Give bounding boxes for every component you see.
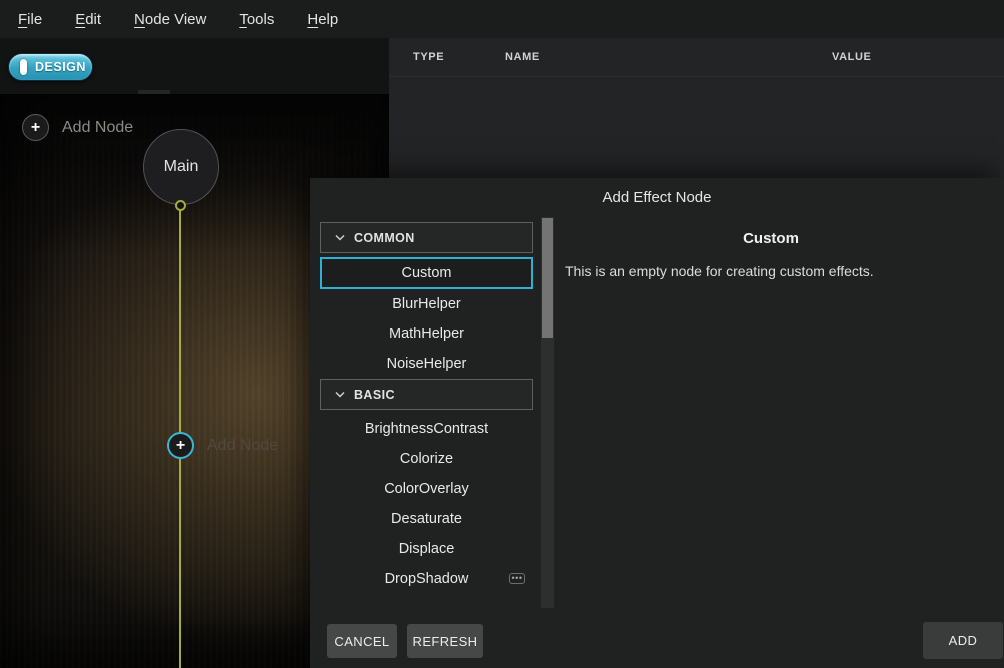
column-header-value: VALUE	[832, 51, 871, 63]
design-mode-toggle-button[interactable]: DESIGN	[8, 53, 93, 81]
add-effect-node-dialog: Add Effect Node COMMONCustomBlurHelperMa…	[310, 178, 1004, 668]
cancel-button[interactable]: CANCEL	[327, 624, 397, 658]
list-item-displace[interactable]: Displace	[320, 534, 533, 564]
effect-node-list: COMMON CustomBlurHelperMathHelperNoiseHel…	[320, 222, 533, 594]
list-item-dropshadow[interactable]: DropShadow•••	[320, 564, 533, 594]
left-toolbar: DESIGN	[0, 38, 389, 94]
chevron-down-icon	[335, 234, 345, 241]
list-item-blurhelper[interactable]: BlurHelper	[320, 289, 533, 319]
add-node-label: Add Node	[207, 437, 278, 455]
menu-item-help[interactable]: Help	[307, 11, 338, 28]
toggle-knob-icon	[20, 59, 27, 75]
column-header-type: TYPE	[413, 51, 444, 63]
section-header-basic[interactable]: BASIC	[320, 379, 533, 410]
menu-item-file[interactable]: File	[18, 11, 42, 28]
selected-node-title: Custom	[565, 230, 977, 247]
column-header-name: NAME	[505, 51, 540, 63]
list-item-brightnesscontrast[interactable]: BrightnessContrast	[320, 414, 533, 444]
section-label: BASIC	[354, 388, 395, 402]
selected-node-description: This is an empty node for creating custo…	[565, 263, 995, 279]
chevron-down-icon	[335, 391, 345, 398]
menu-item-tools[interactable]: Tools	[239, 11, 274, 28]
plus-icon: +	[22, 114, 49, 141]
list-scrollbar[interactable]	[541, 217, 554, 608]
add-button[interactable]: ADD	[923, 622, 1003, 659]
add-node-button-top[interactable]: + Add Node	[22, 114, 133, 141]
list-item-custom[interactable]: Custom	[320, 257, 533, 289]
add-node-button-middle[interactable]: + Add Node	[167, 432, 278, 459]
plus-icon: +	[167, 432, 194, 459]
list-item-coloroverlay[interactable]: ColorOverlay	[320, 474, 533, 504]
add-node-label: Add Node	[62, 119, 133, 137]
ellipsis-icon[interactable]: •••	[509, 573, 525, 584]
list-item-desaturate[interactable]: Desaturate	[320, 504, 533, 534]
properties-header-row: TYPE NAME VALUE	[389, 38, 1004, 77]
section-header-common[interactable]: COMMON	[320, 222, 533, 253]
scrollbar-thumb[interactable]	[542, 218, 553, 338]
refresh-button[interactable]: REFRESH	[407, 624, 483, 658]
main-node[interactable]: Main	[143, 129, 219, 205]
node-output-port[interactable]	[175, 200, 186, 211]
section-label: COMMON	[354, 231, 415, 245]
list-item-noisehelper[interactable]: NoiseHelper	[320, 349, 533, 379]
dialog-title: Add Effect Node	[310, 189, 1004, 206]
list-item-mathhelper[interactable]: MathHelper	[320, 319, 533, 349]
design-mode-label: DESIGN	[35, 60, 86, 74]
menu-item-node-view[interactable]: Node View	[134, 11, 206, 28]
main-node-label: Main	[164, 158, 199, 176]
list-item-colorize[interactable]: Colorize	[320, 444, 533, 474]
menu-bar: File Edit Node View Tools Help	[0, 0, 1004, 38]
menu-item-edit[interactable]: Edit	[75, 11, 101, 28]
